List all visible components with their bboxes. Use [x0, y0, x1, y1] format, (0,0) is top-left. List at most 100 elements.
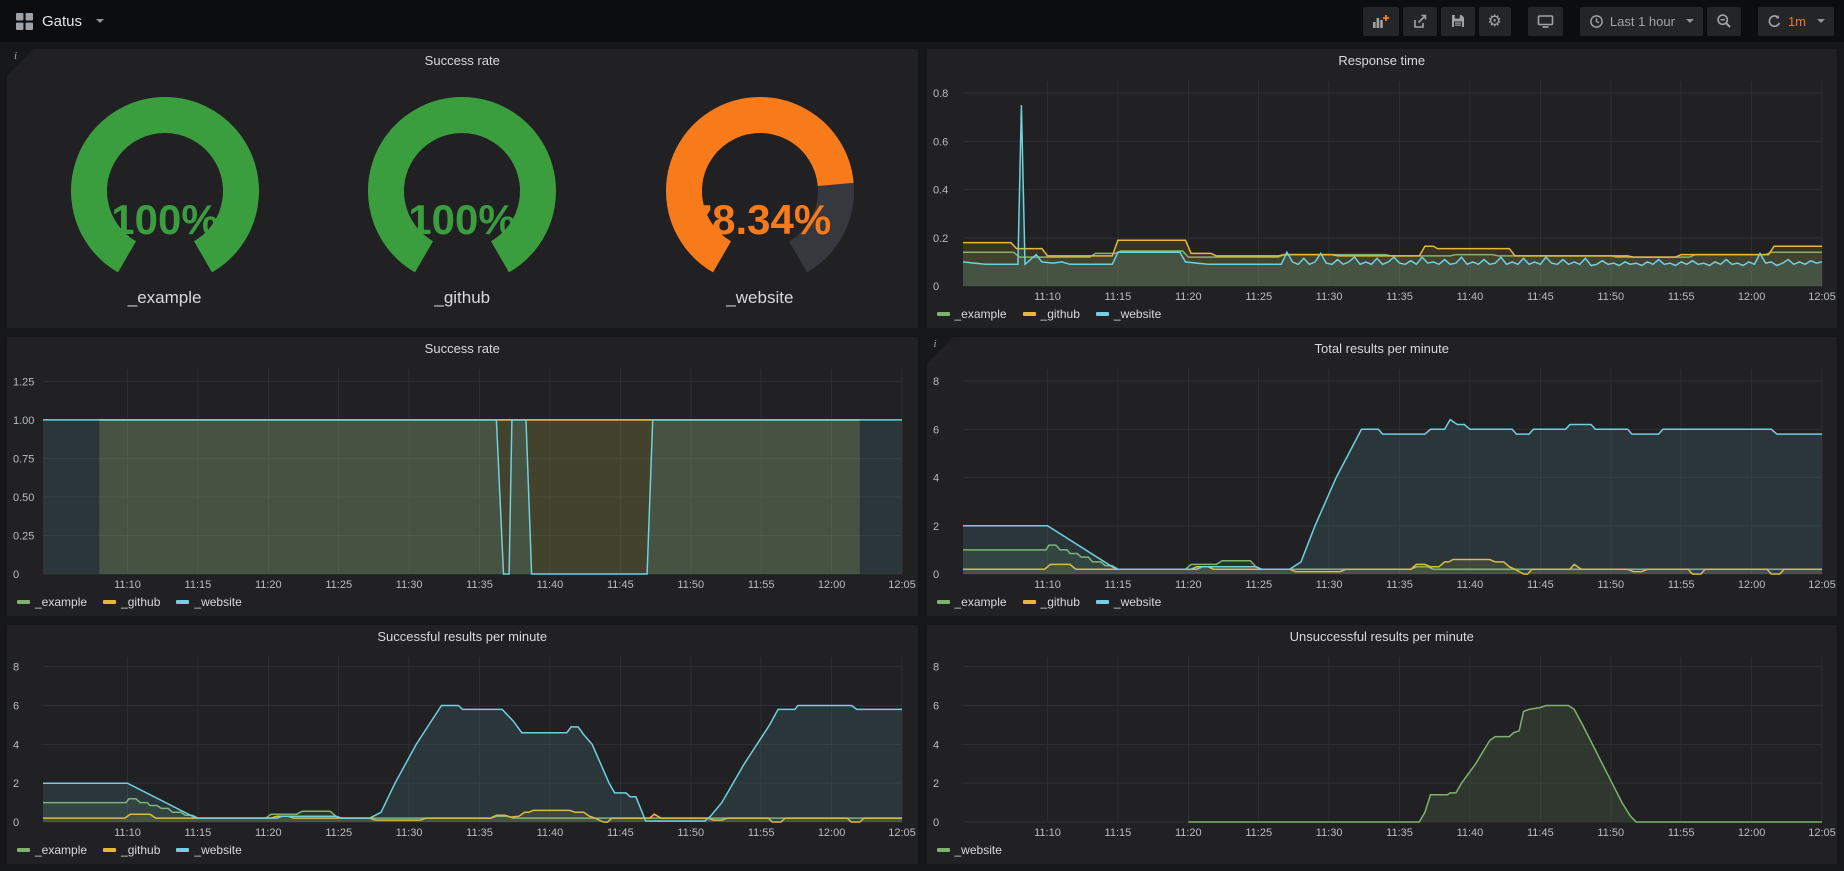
legend-swatch: [103, 600, 116, 604]
refresh-picker[interactable]: 1m: [1758, 7, 1834, 36]
x-tick-label: 11:55: [1667, 291, 1694, 303]
legend-swatch: [1023, 600, 1036, 604]
x-tick-label: 11:30: [396, 579, 423, 591]
dashboard-title: Gatus: [42, 13, 82, 30]
share-icon: [1412, 13, 1428, 29]
y-tick-label: 0.75: [13, 453, 34, 465]
x-tick-label: 11:50: [677, 579, 704, 591]
add-panel-button[interactable]: [1363, 7, 1399, 36]
panel-title[interactable]: Total results per minute: [927, 337, 1838, 361]
x-tick-label: 11:15: [1104, 827, 1131, 839]
legend-item-_website[interactable]: _website: [1096, 307, 1161, 321]
x-tick-label: 12:00: [1737, 579, 1765, 591]
x-tick-label: 11:30: [1315, 291, 1342, 303]
x-tick-label: 11:45: [607, 579, 634, 591]
legend-item-_website[interactable]: _website: [1096, 595, 1161, 609]
x-tick-label: 11:35: [1386, 579, 1413, 591]
save-button[interactable]: [1441, 7, 1475, 36]
y-tick-label: 0: [933, 569, 939, 581]
zoom-out-button[interactable]: [1707, 7, 1741, 36]
x-tick-label: 11:45: [607, 827, 634, 839]
legend-item-_website[interactable]: _website: [176, 595, 241, 609]
legend-label: _website: [1114, 307, 1161, 321]
y-tick-label: 2: [933, 521, 939, 533]
add-panel-icon: [1372, 14, 1390, 29]
x-tick-label: 11:25: [325, 579, 352, 591]
timeseries-plot[interactable]: 00.250.500.751.001.2511:1011:1511:2011:2…: [7, 361, 918, 592]
x-tick-label: 12:05: [888, 827, 916, 839]
tv-mode-button[interactable]: [1528, 7, 1563, 36]
legend-label: _website: [194, 595, 241, 609]
legend-item-_example[interactable]: _example: [937, 595, 1007, 609]
legend-item-_website[interactable]: _website: [937, 843, 1002, 857]
y-tick-label: 8: [933, 376, 939, 388]
y-tick-label: 4: [933, 473, 939, 485]
x-tick-label: 11:20: [1174, 827, 1201, 839]
timeseries-plot[interactable]: 0246811:1011:1511:2011:2511:3011:3511:40…: [927, 361, 1838, 592]
y-tick-label: 8: [13, 662, 19, 674]
x-tick-label: 12:05: [1808, 291, 1836, 303]
x-tick-label: 11:45: [1527, 579, 1554, 591]
legend-item-_example[interactable]: _example: [17, 595, 87, 609]
time-range-picker[interactable]: Last 1 hour: [1580, 7, 1703, 36]
panel-title[interactable]: Unsuccessful results per minute: [927, 625, 1838, 649]
legend: _example _github _website: [7, 592, 918, 616]
x-tick-label: 11:50: [1597, 291, 1624, 303]
y-tick-label: 0.4: [933, 185, 948, 197]
series-line-_github: [963, 240, 1822, 257]
x-tick-label: 12:00: [818, 827, 846, 839]
timeseries-plot[interactable]: 0246811:1011:1511:2011:2511:3011:3511:40…: [927, 649, 1838, 840]
panel-response-time: Response time 00.20.40.60.811:1011:1511:…: [926, 48, 1839, 329]
y-tick-label: 6: [933, 424, 939, 436]
x-tick-label: 11:15: [1104, 291, 1131, 303]
x-tick-label: 11:25: [1245, 827, 1272, 839]
x-tick-label: 11:15: [185, 827, 212, 839]
timeseries-plot[interactable]: 00.20.40.60.811:1011:1511:2011:2511:3011…: [927, 73, 1838, 304]
x-tick-label: 11:55: [748, 827, 775, 839]
gauge-row: 100%_example100%_github78.34%_website: [7, 73, 918, 328]
x-tick-label: 11:10: [1034, 827, 1061, 839]
x-tick-label: 11:20: [1174, 579, 1201, 591]
grid-icon: [16, 13, 33, 30]
gauge-value: 100%: [409, 196, 516, 243]
timeseries-plot[interactable]: 0246811:1011:1511:2011:2511:3011:3511:40…: [7, 649, 918, 840]
gauge-arc: 100%: [25, 94, 305, 286]
legend-item-_github[interactable]: _github: [103, 843, 160, 857]
legend-swatch: [1096, 312, 1109, 316]
legend-swatch: [1096, 600, 1109, 604]
share-button[interactable]: [1403, 7, 1437, 36]
x-tick-label: 11:40: [1456, 579, 1483, 591]
legend-item-_github[interactable]: _github: [1023, 307, 1080, 321]
x-tick-label: 12:00: [818, 579, 846, 591]
y-tick-label: 0: [933, 281, 939, 293]
legend-item-_example[interactable]: _example: [17, 843, 87, 857]
legend-item-_example[interactable]: _example: [937, 307, 1007, 321]
panel-title[interactable]: Success rate: [7, 337, 918, 361]
x-tick-label: 11:20: [1174, 291, 1201, 303]
panel-success-rate-timeseries: Success rate 00.250.500.751.001.2511:101…: [6, 336, 919, 617]
x-tick-label: 11:35: [1386, 827, 1413, 839]
series-area-_website: [43, 706, 902, 823]
series-area-_website: [43, 420, 902, 574]
gauge-_github: 100%_github: [322, 94, 602, 308]
legend-item-_website[interactable]: _website: [176, 843, 241, 857]
y-tick-label: 4: [13, 739, 19, 751]
legend: _website: [927, 840, 1838, 864]
x-tick-label: 12:05: [888, 579, 916, 591]
legend-item-_github[interactable]: _github: [1023, 595, 1080, 609]
panel-title[interactable]: Success rate: [7, 49, 918, 73]
y-tick-label: 0.6: [933, 136, 948, 148]
navbar: Gatus: [0, 0, 1844, 42]
chevron-down-icon: [96, 19, 104, 23]
panel-title[interactable]: Response time: [927, 49, 1838, 73]
unsuccessful-results-chart: 0246811:1011:1511:2011:2511:3011:3511:40…: [927, 649, 1838, 840]
x-tick-label: 11:10: [114, 827, 141, 839]
legend-swatch: [17, 600, 30, 604]
panel-title[interactable]: Successful results per minute: [7, 625, 918, 649]
x-tick-label: 11:25: [1245, 291, 1272, 303]
y-tick-label: 0.50: [13, 492, 34, 504]
y-tick-label: 4: [933, 739, 939, 751]
settings-button[interactable]: ⚙: [1479, 7, 1511, 36]
legend-item-_github[interactable]: _github: [103, 595, 160, 609]
dashboard-picker[interactable]: Gatus: [10, 13, 110, 30]
